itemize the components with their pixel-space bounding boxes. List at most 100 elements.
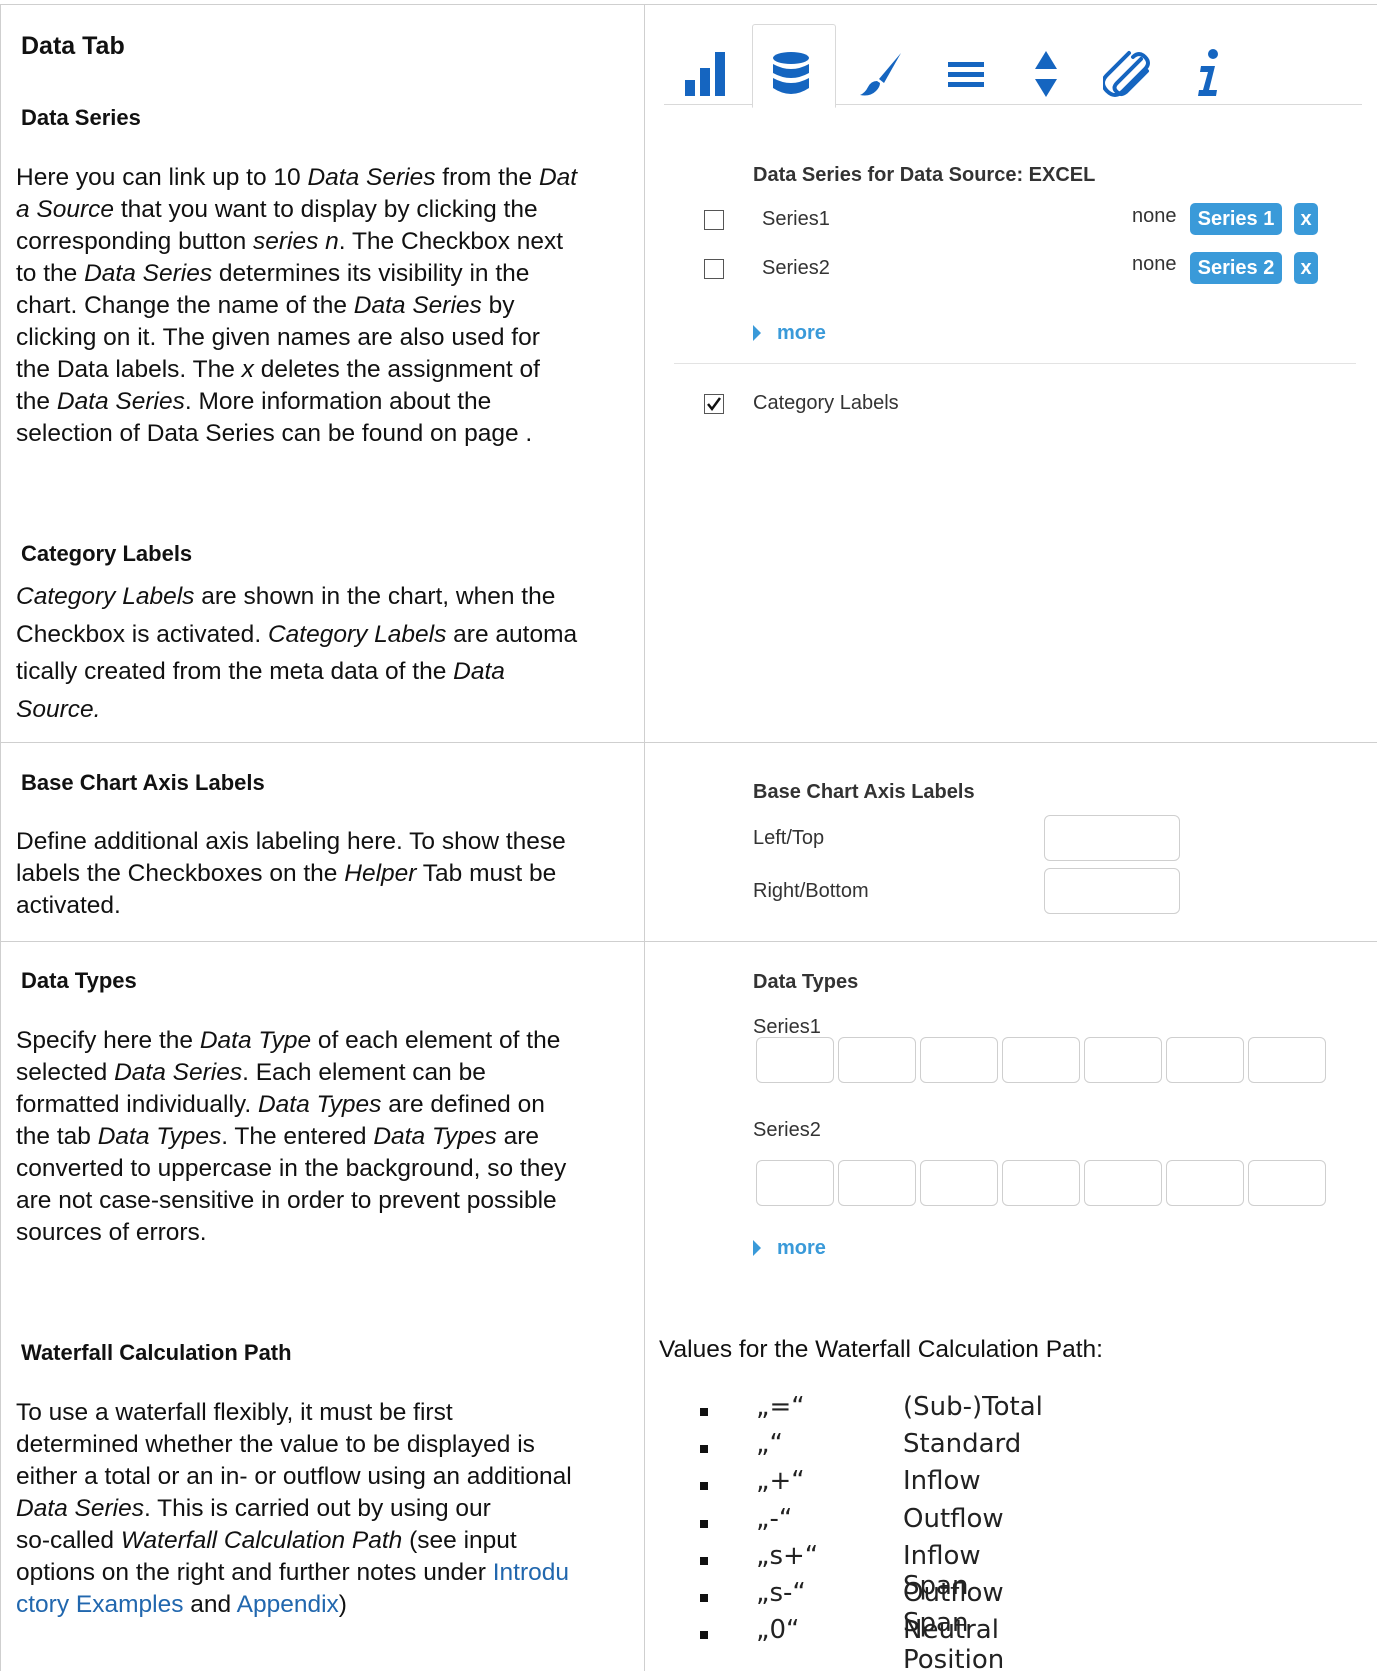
series2-remove-button[interactable]: x xyxy=(1294,252,1318,284)
data-type-input[interactable] xyxy=(838,1160,916,1206)
series2-checkbox[interactable] xyxy=(704,259,724,279)
emphasis: Category Labels xyxy=(267,620,447,648)
brush-icon[interactable] xyxy=(846,38,918,110)
page-title: Data Tab xyxy=(21,32,125,60)
series2-button[interactable]: Series 2 xyxy=(1190,252,1282,284)
text-line: Source. xyxy=(16,691,634,729)
data-type-input[interactable] xyxy=(1248,1160,1326,1206)
text-line: the Data Series. More information about … xyxy=(16,388,492,415)
data-types-text: Specify here the Data Type of each eleme… xyxy=(16,1025,634,1249)
column-divider xyxy=(644,4,645,1671)
data-type-input[interactable] xyxy=(1084,1037,1162,1083)
data-type-input[interactable] xyxy=(1084,1160,1162,1206)
series1-name[interactable]: Series1 xyxy=(762,208,830,231)
emphasis: Data Types xyxy=(257,1091,382,1118)
text-line: Checkbox is activated. Category Labels a… xyxy=(16,620,578,648)
text-line: determined whether the value to be displ… xyxy=(16,1431,535,1458)
data-type-input[interactable] xyxy=(756,1037,834,1083)
data-types-heading: Data Types xyxy=(21,968,137,993)
text-line: converted to uppercase in the background… xyxy=(16,1155,567,1182)
data-type-input[interactable] xyxy=(1248,1037,1326,1083)
series2-status: none xyxy=(1132,253,1177,275)
waterfall-value-code: „s+“ xyxy=(756,1540,819,1571)
emphasis: Data Series xyxy=(114,1059,243,1086)
series1-remove-button[interactable]: x xyxy=(1294,203,1318,235)
text-line: Data Series. This is carried out by usin… xyxy=(16,1495,491,1522)
text-line: the Data labels. The x deletes the assig… xyxy=(16,356,540,383)
series1-checkbox[interactable] xyxy=(704,210,724,230)
sort-arrows-icon[interactable] xyxy=(1010,38,1082,110)
waterfall-value-description: (Sub-)Total xyxy=(903,1392,1043,1422)
right-bottom-input[interactable] xyxy=(1044,868,1180,914)
data-type-input[interactable] xyxy=(1166,1160,1244,1206)
text-link[interactable]: ctory Examples xyxy=(16,1591,183,1618)
series2-name[interactable]: Series2 xyxy=(762,257,830,280)
text-line: to the Data Series determines its visibi… xyxy=(16,260,530,287)
database-icon[interactable] xyxy=(755,38,827,110)
series1-button[interactable]: Series 1 xyxy=(1190,203,1282,235)
left-border xyxy=(0,4,1,1671)
emphasis: Data Types xyxy=(97,1123,222,1150)
emphasis: x xyxy=(241,356,254,383)
bar-chart-icon[interactable] xyxy=(670,38,742,110)
text-line: tically created from the meta data of th… xyxy=(16,658,505,685)
text-line: sources of errors. xyxy=(16,1219,207,1246)
category-labels-text: Category Labels are shown in the chart, … xyxy=(16,578,634,728)
waterfall-value-description: Standard xyxy=(903,1429,1022,1460)
base-axis-text: Define additional axis labeling here. To… xyxy=(16,826,634,922)
axis-labels-title: Base Chart Axis Labels xyxy=(753,781,975,803)
emphasis: Data Series xyxy=(307,164,436,191)
menu-lines-icon[interactable] xyxy=(930,38,1002,110)
text-line: selected Data Series. Each element can b… xyxy=(16,1059,486,1086)
text-link[interactable]: Appendix xyxy=(237,1591,339,1618)
emphasis: Data Type xyxy=(199,1027,312,1054)
data-type-input[interactable] xyxy=(838,1037,916,1083)
text-line: Define additional axis labeling here. To… xyxy=(16,828,566,855)
text-link[interactable]: Introdu xyxy=(493,1559,569,1586)
data-type-input[interactable] xyxy=(920,1037,998,1083)
base-axis-heading: Base Chart Axis Labels xyxy=(21,770,265,795)
check-icon xyxy=(707,397,722,412)
paperclip-icon[interactable] xyxy=(1092,38,1164,110)
emphasis: Data Types xyxy=(373,1123,497,1150)
waterfall-text: To use a waterfall flexibly, it must be … xyxy=(16,1397,634,1621)
data-types-title: Data Types xyxy=(753,971,859,993)
data-type-input[interactable] xyxy=(1166,1037,1244,1083)
data-type-input[interactable] xyxy=(1002,1037,1080,1083)
text-line: either a total or an in- or outflow usin… xyxy=(16,1463,572,1490)
waterfall-value-code: „s-“ xyxy=(756,1578,806,1608)
text-line: Specify here the Data Type of each eleme… xyxy=(16,1027,561,1054)
emphasis: Helper xyxy=(344,860,417,887)
expand-triangle-icon xyxy=(753,1240,761,1256)
data-type-input[interactable] xyxy=(920,1160,998,1206)
waterfall-value-code: „-“ xyxy=(756,1503,793,1534)
text-line: Here you can link up to 10 Data Series f… xyxy=(16,164,578,191)
data-types-series1-label: Series1 xyxy=(753,1016,821,1038)
bullet-icon xyxy=(700,1556,708,1565)
text-line: Category Labels are shown in the chart, … xyxy=(16,583,556,610)
text-line: the tab Data Types. The entered Data Typ… xyxy=(16,1123,539,1150)
left-top-input[interactable] xyxy=(1044,815,1180,861)
series1-status: none xyxy=(1132,205,1177,227)
text-line: ctory Examples and Appendix) xyxy=(16,1591,347,1618)
text-line: chart. Change the name of the Data Serie… xyxy=(16,292,515,319)
info-icon[interactable] xyxy=(1174,38,1246,110)
text-line: To use a waterfall flexibly, it must be … xyxy=(16,1399,453,1426)
table-top-border xyxy=(0,4,1377,5)
data-types-more-link[interactable]: more xyxy=(753,1237,826,1260)
waterfall-heading: Waterfall Calculation Path xyxy=(21,1340,292,1365)
left-top-label: Left/Top xyxy=(753,827,825,849)
bullet-icon xyxy=(700,1482,708,1491)
data-type-input[interactable] xyxy=(756,1160,834,1206)
emphasis: Source. xyxy=(16,695,101,723)
data-type-input[interactable] xyxy=(1002,1160,1080,1206)
series-separator xyxy=(674,363,1356,364)
series-more-link[interactable]: more xyxy=(753,322,826,345)
category-labels-label: Category Labels xyxy=(753,392,899,414)
right-bottom-label: Right/Bottom xyxy=(753,880,869,902)
waterfall-value-code: „+“ xyxy=(756,1466,805,1497)
emphasis: Dat xyxy=(538,164,578,191)
category-labels-checkbox[interactable] xyxy=(704,394,724,414)
emphasis: a Source xyxy=(16,196,115,223)
row-divider-1 xyxy=(0,742,1377,743)
